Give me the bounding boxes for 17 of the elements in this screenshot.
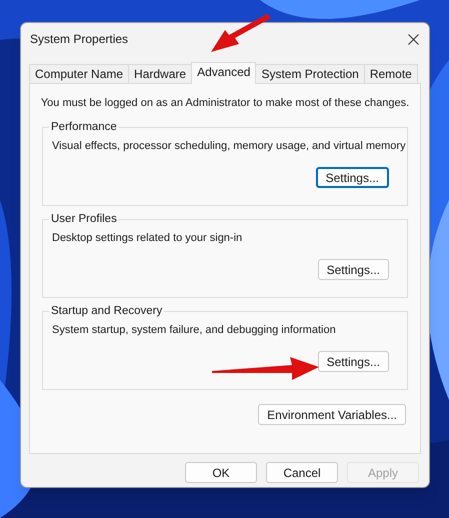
dialog-button[interactable]: Cancel xyxy=(266,462,338,483)
group-title: Startup and Recovery xyxy=(49,303,164,319)
settings-button[interactable]: Settings... xyxy=(318,259,389,280)
close-icon[interactable] xyxy=(408,34,419,44)
tab[interactable]: Remote xyxy=(364,64,418,83)
window-title: System Properties xyxy=(30,31,128,48)
tab[interactable]: Computer Name xyxy=(29,64,130,83)
environment-variables-button[interactable]: Environment Variables... xyxy=(258,404,406,425)
dialog-button[interactable]: OK xyxy=(185,462,257,483)
settings-button[interactable]: Settings... xyxy=(316,167,389,188)
tab[interactable]: Advanced xyxy=(191,62,256,84)
group-description: System startup, system failure, and debugging information xyxy=(52,323,336,337)
notice-text: You must be logged on as an Administrator to make most of these changes. xyxy=(40,96,410,110)
group-description: Visual effects, processor scheduling, memory usage, and virtual memory xyxy=(52,139,406,153)
settings-button[interactable]: Settings... xyxy=(318,351,389,372)
tab[interactable]: System Protection xyxy=(255,64,365,83)
group-description: Desktop settings related to your sign-in xyxy=(52,231,242,245)
